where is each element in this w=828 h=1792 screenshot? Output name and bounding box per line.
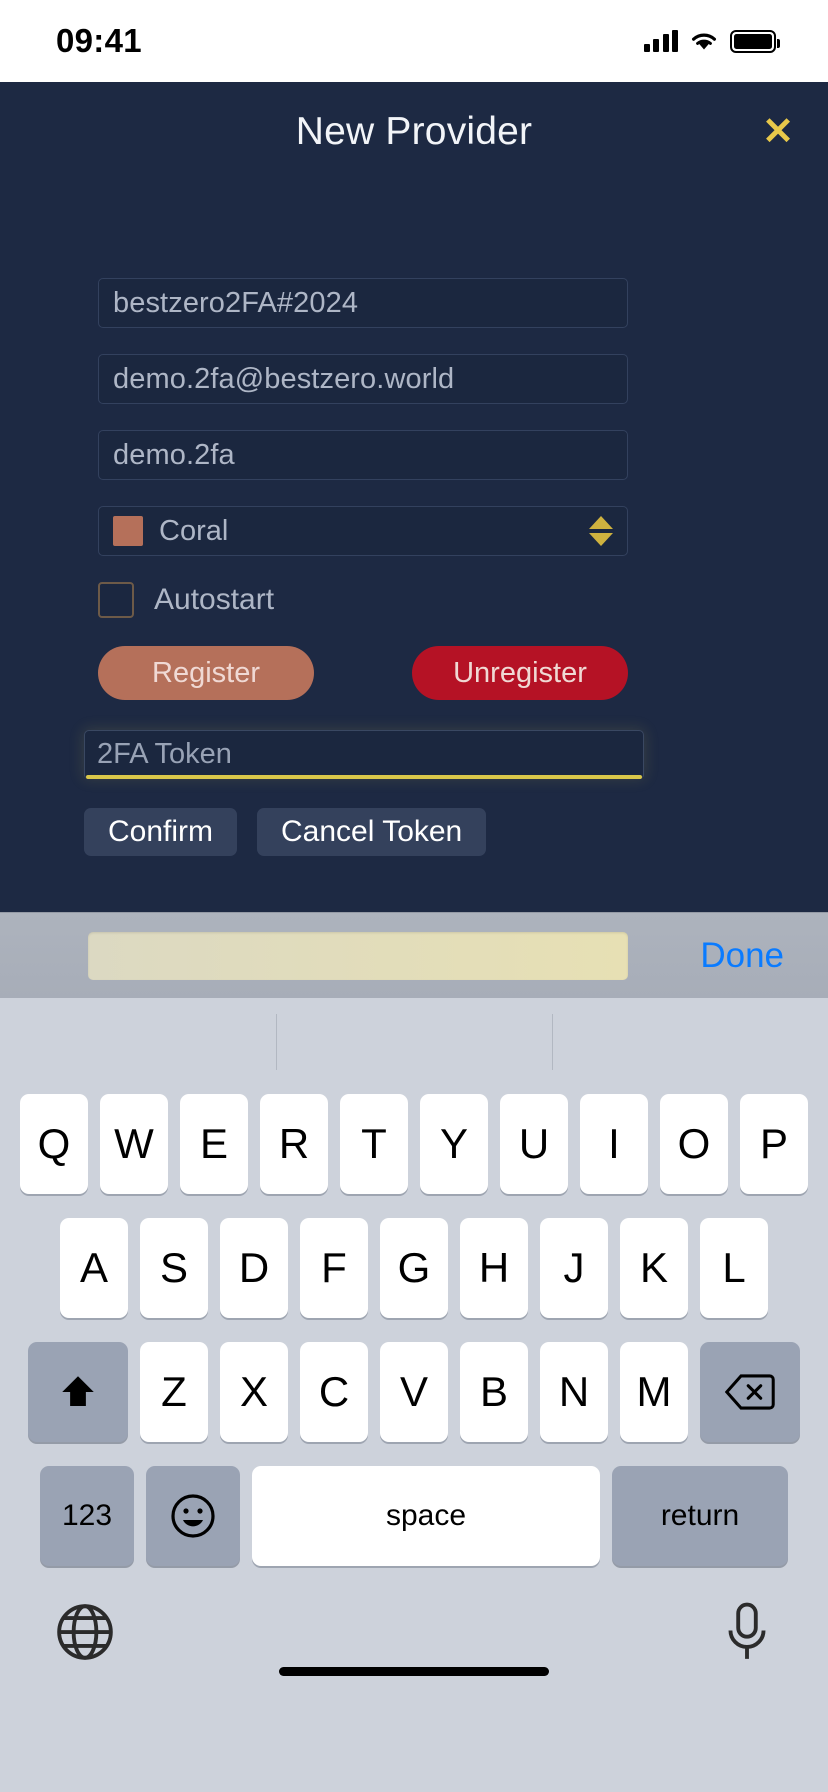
on-screen-keyboard: QWERTYUIOP ASDFGHJKL ZXCVBNM 123 space r… bbox=[0, 998, 828, 1792]
email-field[interactable]: demo.2fa@bestzero.world bbox=[98, 354, 628, 404]
microphone-icon bbox=[728, 1602, 766, 1659]
key-l[interactable]: L bbox=[700, 1218, 768, 1318]
unregister-button[interactable]: Unregister bbox=[412, 646, 628, 700]
color-select[interactable]: Coral bbox=[98, 506, 628, 556]
register-button[interactable]: Register bbox=[98, 646, 314, 700]
autostart-checkbox[interactable] bbox=[98, 582, 134, 618]
username-field[interactable]: demo.2fa bbox=[98, 430, 628, 480]
register-buttons-row: Register Unregister bbox=[98, 646, 628, 700]
key-p[interactable]: P bbox=[740, 1094, 808, 1194]
close-icon[interactable]: ✕ bbox=[762, 113, 794, 151]
stepper-arrows-icon[interactable] bbox=[589, 516, 613, 546]
chevron-down-icon[interactable] bbox=[589, 533, 613, 546]
key-t[interactable]: T bbox=[340, 1094, 408, 1194]
emoji-icon bbox=[171, 1494, 215, 1538]
key-b[interactable]: B bbox=[460, 1342, 528, 1442]
key-r[interactable]: R bbox=[260, 1094, 328, 1194]
shift-arrow-icon bbox=[62, 1376, 94, 1406]
key-a[interactable]: A bbox=[60, 1218, 128, 1318]
key-i[interactable]: I bbox=[580, 1094, 648, 1194]
username-field-value: demo.2fa bbox=[113, 438, 235, 471]
keyboard-accessory-bar: Done bbox=[0, 912, 828, 998]
status-bar: 09:41 bbox=[0, 0, 828, 82]
globe-icon bbox=[57, 1603, 113, 1660]
autostart-checkbox-row[interactable]: Autostart bbox=[98, 582, 828, 618]
key-m[interactable]: M bbox=[620, 1342, 688, 1442]
keyboard-row-3-letters: ZXCVBNM bbox=[140, 1342, 688, 1442]
key-h[interactable]: H bbox=[460, 1218, 528, 1318]
key-v[interactable]: V bbox=[380, 1342, 448, 1442]
screen: 09:41 New Provider ✕ bestzero2FA#2024 de… bbox=[0, 0, 828, 1792]
key-f[interactable]: F bbox=[300, 1218, 368, 1318]
predictive-divider bbox=[552, 1014, 553, 1070]
key-e[interactable]: E bbox=[180, 1094, 248, 1194]
key-u[interactable]: U bbox=[500, 1094, 568, 1194]
key-y[interactable]: Y bbox=[420, 1094, 488, 1194]
autostart-label: Autostart bbox=[154, 583, 275, 616]
email-field-value: demo.2fa@bestzero.world bbox=[113, 362, 455, 395]
key-w[interactable]: W bbox=[100, 1094, 168, 1194]
keyboard-row-1: QWERTYUIOP bbox=[0, 1090, 828, 1198]
status-indicators bbox=[643, 29, 780, 53]
status-time: 09:41 bbox=[56, 22, 142, 59]
backspace-icon bbox=[725, 1374, 775, 1410]
home-indicator bbox=[279, 1667, 549, 1676]
password-field[interactable]: bestzero2FA#2024 bbox=[98, 278, 628, 328]
dialog-title-bar: New Provider ✕ bbox=[0, 82, 828, 182]
color-select-value: Coral bbox=[159, 514, 229, 547]
key-k[interactable]: K bbox=[620, 1218, 688, 1318]
key-d[interactable]: D bbox=[220, 1218, 288, 1318]
token-input[interactable]: 2FA Token bbox=[84, 730, 644, 779]
token-input-placeholder: 2FA Token bbox=[97, 737, 232, 770]
keyboard-row-2: ASDFGHJKL bbox=[0, 1214, 828, 1322]
keyboard-row-4: 123 space return bbox=[0, 1462, 828, 1570]
password-field-value: bestzero2FA#2024 bbox=[113, 286, 359, 319]
predictive-divider bbox=[276, 1014, 277, 1070]
keyboard-bottom-bar bbox=[0, 1570, 828, 1698]
new-provider-dialog: New Provider ✕ bestzero2FA#2024 demo.2fa… bbox=[0, 82, 828, 912]
key-x[interactable]: X bbox=[220, 1342, 288, 1442]
cellular-signal-icon bbox=[643, 30, 678, 52]
numbers-key[interactable]: 123 bbox=[40, 1466, 134, 1566]
keyboard-row-3: ZXCVBNM bbox=[0, 1338, 828, 1446]
page-title: New Provider bbox=[295, 110, 533, 153]
key-n[interactable]: N bbox=[540, 1342, 608, 1442]
cancel-token-button[interactable]: Cancel Token bbox=[257, 808, 487, 856]
key-j[interactable]: J bbox=[540, 1218, 608, 1318]
chevron-up-icon[interactable] bbox=[589, 516, 613, 529]
dictation-key[interactable] bbox=[720, 1601, 774, 1668]
key-g[interactable]: G bbox=[380, 1218, 448, 1318]
predictive-bar bbox=[0, 998, 828, 1090]
globe-key[interactable] bbox=[54, 1601, 116, 1668]
confirm-button[interactable]: Confirm bbox=[84, 808, 238, 856]
provider-form: bestzero2FA#2024 demo.2fa@bestzero.world… bbox=[0, 278, 828, 856]
key-q[interactable]: Q bbox=[20, 1094, 88, 1194]
key-z[interactable]: Z bbox=[140, 1342, 208, 1442]
wifi-icon bbox=[692, 33, 716, 49]
key-o[interactable]: O bbox=[660, 1094, 728, 1194]
key-s[interactable]: S bbox=[140, 1218, 208, 1318]
emoji-key[interactable] bbox=[146, 1466, 240, 1566]
space-key[interactable]: space bbox=[252, 1466, 600, 1566]
token-actions-row: Confirm Cancel Token bbox=[84, 808, 828, 856]
key-c[interactable]: C bbox=[300, 1342, 368, 1442]
backspace-key[interactable] bbox=[700, 1342, 800, 1442]
done-button[interactable]: Done bbox=[700, 936, 784, 976]
shift-key[interactable] bbox=[28, 1342, 128, 1442]
color-swatch-icon bbox=[113, 516, 143, 546]
accessory-input-field[interactable] bbox=[88, 932, 628, 980]
battery-full-icon bbox=[730, 29, 780, 53]
return-key[interactable]: return bbox=[612, 1466, 788, 1566]
